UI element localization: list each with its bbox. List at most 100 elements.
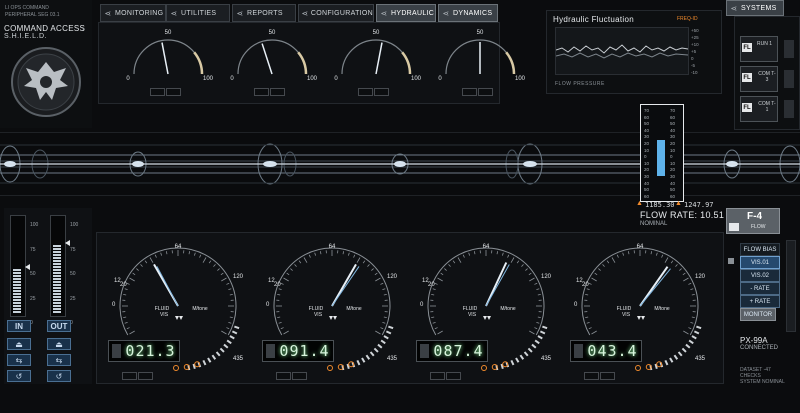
gauge-scale-label: 120: [387, 274, 398, 280]
gauge-mid-label: 50: [477, 30, 484, 36]
gauge-toggle-button[interactable]: [138, 372, 153, 380]
gauge-needle-shadow: [156, 266, 179, 307]
gauge-tick: [588, 282, 592, 285]
gauge-tick: [437, 277, 443, 282]
out-eject-button[interactable]: ⏏: [47, 338, 71, 350]
gauge-tick: [622, 252, 625, 256]
gauge-band-segment: [388, 325, 394, 330]
pressure-tick-label: 50: [670, 121, 676, 127]
in-loop-button[interactable]: ↺: [7, 370, 31, 382]
gauge-tick: [123, 316, 127, 319]
side-indicator-2: [784, 70, 794, 88]
monitor-button[interactable]: MONITOR: [740, 308, 776, 321]
gauge-tick: [221, 330, 227, 335]
gauge-tick: [129, 330, 135, 335]
axis-tick: +10: [691, 42, 699, 47]
vis02-button[interactable]: VIS.02: [740, 269, 780, 282]
gauge-toggle-button[interactable]: [254, 88, 269, 96]
gauge-scale-label: 0: [420, 302, 424, 308]
rate-minus-button[interactable]: - RATE: [740, 282, 780, 295]
command-access-label[interactable]: COMMAND ACCESS: [4, 24, 85, 33]
gauge-toggle-button[interactable]: [446, 372, 461, 380]
side-status-id: PX-99A: [740, 336, 768, 345]
gauge-tick: [691, 293, 695, 296]
gauge-unit-label: M/tone: [654, 306, 670, 312]
pressure-tick-label: 10: [670, 147, 676, 153]
gauge-toggle-button[interactable]: [150, 88, 165, 96]
flow-box-label: F-4: [747, 211, 762, 222]
gauge-tick: [591, 277, 597, 282]
gauge-band-segment: [211, 354, 217, 360]
stack-item-run[interactable]: FL RUN 1: [740, 36, 778, 62]
out-slider-segment: [53, 260, 61, 262]
pressure-tick-label: 60: [670, 193, 676, 199]
out-slider-segment: [53, 293, 61, 295]
tab-reports[interactable]: ⋖ REPORTS: [232, 4, 296, 22]
rate-plus-button[interactable]: + RATE: [740, 295, 780, 308]
gauge-toggle-button[interactable]: [478, 88, 493, 96]
gauge-tick: [380, 282, 384, 285]
gauge-tick: [537, 293, 541, 296]
gauge-band-segment: [539, 330, 546, 335]
readout-tag: [420, 344, 430, 358]
gauge-tick: [664, 257, 669, 263]
gauge-band-segment: [669, 357, 674, 363]
gauge-tick: [217, 268, 220, 271]
side-indicator-1: [784, 40, 794, 58]
tab-utilities[interactable]: ⋖ UTILITIES: [166, 4, 230, 22]
vis01-button[interactable]: VIS.01: [740, 256, 780, 269]
warning-dot: [635, 365, 641, 371]
out-button[interactable]: OUT: [47, 320, 71, 332]
gauge-toggle-button[interactable]: [358, 88, 373, 96]
gauge-toggle-button[interactable]: [462, 88, 477, 96]
axis-tick: +5: [691, 49, 697, 54]
tab-configuration[interactable]: ⋖ CONFIGURATION: [298, 4, 374, 22]
gauge-toggle-button[interactable]: [374, 88, 389, 96]
scale-tick: 100: [30, 222, 39, 228]
gauge-unit-label: M/tone: [500, 306, 516, 312]
in-swap-button[interactable]: ⇆: [7, 354, 31, 366]
in-eject-button[interactable]: ⏏: [7, 338, 31, 350]
gauge-toggle-button[interactable]: [270, 88, 285, 96]
gauge-tick: [374, 272, 378, 276]
share-icon: ⋖: [236, 8, 244, 18]
gauge-toggle-button[interactable]: [122, 372, 137, 380]
scale-tick: 25: [30, 295, 36, 302]
gauge-tick: [440, 272, 444, 276]
gauge-toggle-button[interactable]: [292, 372, 307, 380]
flow-bias-button[interactable]: FLOW BIAS: [740, 243, 780, 256]
flow-box[interactable]: F-4 FLOW: [726, 208, 780, 234]
gauge-band-segment: [693, 330, 700, 335]
stack-item-com-t1[interactable]: FL COM T-1: [740, 96, 778, 122]
gauge-needle-shadow: [639, 268, 671, 307]
gauge-tick: [149, 257, 154, 263]
tab-dynamics[interactable]: ⋖ DYNAMICS: [438, 4, 498, 22]
gauge-toggle-button[interactable]: [584, 372, 599, 380]
out-slider-segment: [53, 284, 61, 286]
gauge-band-segment: [365, 354, 371, 360]
gauge-band-segment: [202, 359, 207, 366]
in-button[interactable]: IN: [7, 320, 31, 332]
gauge-tick: [688, 327, 692, 330]
out-swap-button[interactable]: ⇆: [47, 354, 71, 366]
side-scroll-bar[interactable]: [786, 240, 796, 332]
chevron-right-icon: ›: [82, 24, 85, 33]
out-slider-segment: [53, 251, 61, 253]
systems-button[interactable]: ⋖ SYSTEMS: [726, 0, 784, 16]
gauge-tick: [278, 288, 282, 291]
gauge-toggle-button[interactable]: [166, 88, 181, 96]
out-loop-button[interactable]: ↺: [47, 370, 71, 382]
gauge-min-label: 0: [334, 76, 338, 82]
gauge-band-segment: [229, 335, 235, 340]
gauge-tick: [165, 251, 168, 255]
gauge-tick: [510, 257, 515, 263]
gauge-toggle-button[interactable]: [430, 372, 445, 380]
gauge-tick: [383, 316, 387, 319]
stack-item-com-t3[interactable]: FL COM T-3: [740, 66, 778, 92]
tab-monitoring[interactable]: ⋖ MONITORING: [100, 4, 166, 22]
tab-hydraulic[interactable]: ⋖ HYDRAULIC: [376, 4, 436, 22]
pressure-tick-label: 40: [644, 180, 650, 186]
gauge-toggle-button[interactable]: [600, 372, 615, 380]
gauge-toggle-button[interactable]: [276, 372, 291, 380]
gauge-tick: [586, 288, 590, 291]
